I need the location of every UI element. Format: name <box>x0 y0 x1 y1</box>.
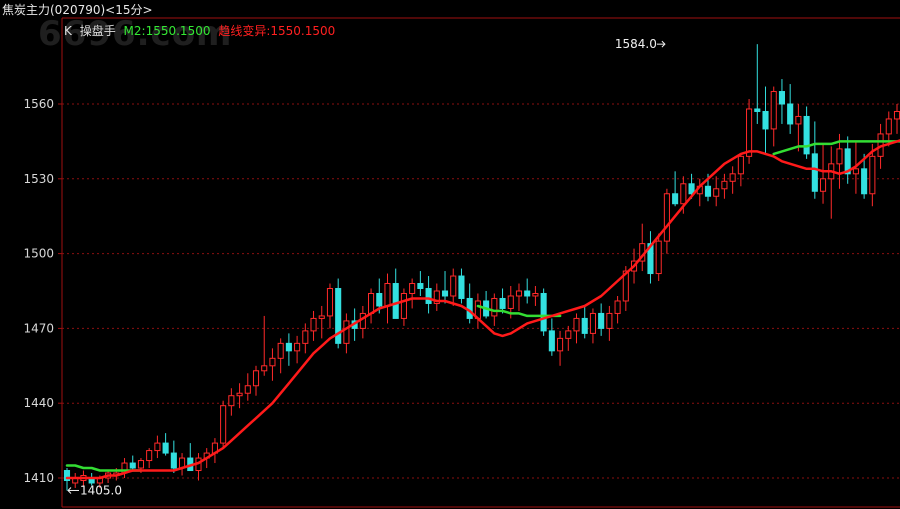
y-tick-label: 1440 <box>23 396 54 410</box>
candle-body-down <box>170 452 177 469</box>
candle-body-up <box>310 317 317 332</box>
candle-body-up <box>852 168 859 175</box>
y-tick-label: 1500 <box>23 247 54 261</box>
candle-body-up <box>507 295 514 309</box>
candle-body-down <box>672 193 679 205</box>
candle-body-up <box>770 91 777 130</box>
candle-body-down <box>499 297 506 309</box>
candle-body-up <box>261 365 268 372</box>
candle-body-up <box>721 180 728 190</box>
candle-body-down <box>425 288 432 304</box>
candle-body-up <box>680 183 687 205</box>
candle-body-up <box>244 385 251 394</box>
candle-body-up <box>557 337 564 352</box>
candle-body-up <box>343 320 350 344</box>
candle-body-down <box>441 290 449 297</box>
candle-body-up <box>400 292 407 319</box>
candle-body-down <box>376 292 383 307</box>
candle-body-up <box>220 405 227 444</box>
candle-body-up <box>746 108 753 157</box>
high-annotation-label: 1584.0 <box>615 37 657 51</box>
candle-body-up <box>491 297 498 317</box>
candle-body-up <box>450 275 457 297</box>
candle-body-up <box>819 178 827 192</box>
candle-body-up <box>573 317 580 332</box>
candle-body-down <box>754 108 761 112</box>
candle-body-up <box>885 118 892 135</box>
candle-body-up <box>302 330 309 344</box>
candle-body-down <box>598 312 605 329</box>
y-tick-label: 1560 <box>23 97 54 111</box>
candle-body-down <box>762 110 769 130</box>
candlestick-chart: 1410 1440 1470 1500 1530 1560 1584.0 1405.0 <box>23 17 900 508</box>
candle-body-down <box>540 292 547 332</box>
candle-body-down <box>524 290 531 297</box>
candle-body-up <box>655 240 662 275</box>
candle-body-down <box>129 462 136 469</box>
candle-body-up <box>326 288 334 317</box>
candle-body-up <box>277 342 284 359</box>
candle-body-up <box>606 312 613 329</box>
candle-body-up <box>146 450 153 462</box>
y-tick-label: 1410 <box>23 471 54 485</box>
candle-body-down <box>581 317 588 334</box>
candle-body-down <box>778 91 785 105</box>
candle-body-up <box>384 283 391 307</box>
candle-body-down <box>861 168 868 195</box>
candle-body-up <box>228 395 235 407</box>
candle-body-up <box>663 193 670 242</box>
candle-body-down <box>704 185 712 197</box>
y-tick-label: 1530 <box>23 172 54 186</box>
candle-body-down <box>787 103 794 125</box>
candle-body-up <box>137 460 145 469</box>
candle-body-down <box>392 283 399 319</box>
candle-body-up <box>409 283 416 294</box>
candle-body-up <box>154 442 161 452</box>
candle-body-up <box>269 357 276 367</box>
candle-body-up <box>869 155 876 195</box>
candle-body-up <box>795 115 802 125</box>
candle-body-up <box>368 292 375 314</box>
candle-body-down <box>548 330 555 352</box>
candle-body-up <box>589 312 596 334</box>
candle-body-up <box>294 342 301 352</box>
candle-body-up <box>252 370 260 387</box>
candle-body-up <box>729 173 736 182</box>
candle-body-down <box>285 342 292 352</box>
candle-body-up <box>515 290 523 297</box>
low-annotation-label: 1405.0 <box>80 483 122 497</box>
candle-body-up <box>836 148 843 165</box>
candle-body-down <box>803 115 810 155</box>
candle-body-up <box>713 188 720 197</box>
candle-body-up <box>893 110 900 120</box>
y-tick-label: 1470 <box>23 321 54 335</box>
candle-body-up <box>614 300 621 314</box>
candle-body-down <box>162 442 169 454</box>
candle-body-down <box>417 283 424 290</box>
candle-body-down <box>458 275 465 299</box>
candle-body-up <box>565 330 572 339</box>
candle-body-up <box>236 392 243 397</box>
candle-body-up <box>737 155 744 175</box>
candle-body-up <box>532 292 539 297</box>
candle-body-up <box>318 315 325 319</box>
candle-body-down <box>811 153 818 192</box>
